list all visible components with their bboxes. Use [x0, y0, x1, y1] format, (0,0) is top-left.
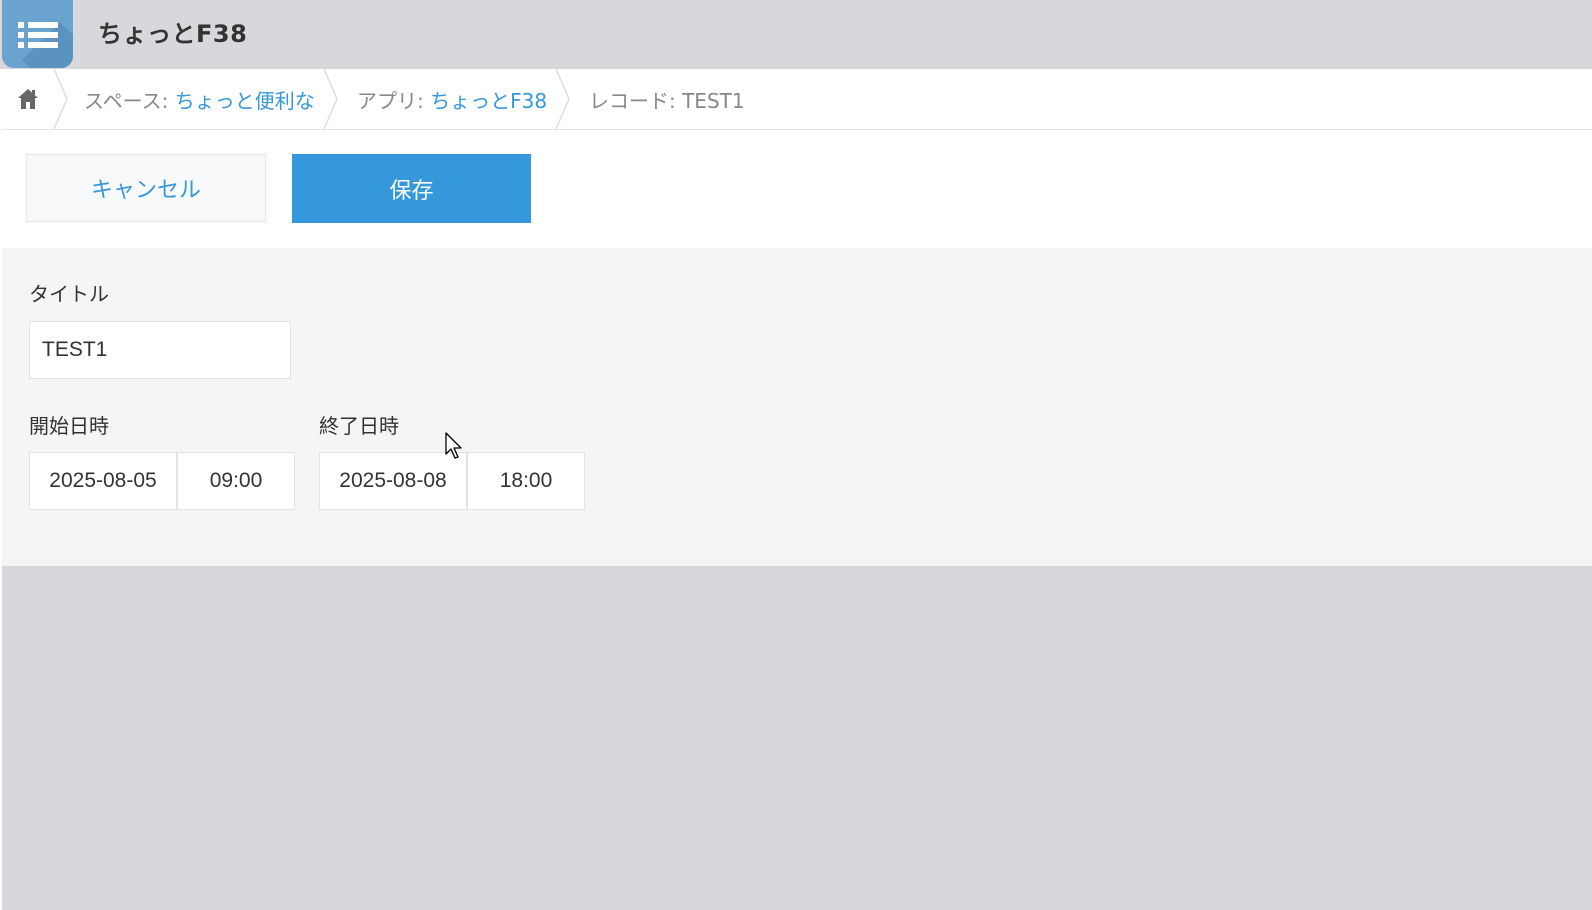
app-header: ちょっとF38	[0, 0, 1592, 69]
breadcrumb-app[interactable]: アプリ: ちょっとF38	[357, 85, 547, 114]
record-form: タイトル TEST1 開始日時 2025-08-05 09:00 終了日時 20…	[2, 248, 1592, 566]
cancel-button[interactable]: キャンセル	[26, 154, 266, 222]
breadcrumb-separator	[53, 69, 68, 129]
toolbar: キャンセル 保存	[2, 130, 1592, 249]
end-datetime-label: 終了日時	[319, 414, 399, 438]
breadcrumb-app-link[interactable]: ちょっとF38	[430, 89, 547, 113]
breadcrumb-separator	[555, 69, 570, 129]
save-button[interactable]: 保存	[292, 154, 531, 223]
end-time-input[interactable]: 18:00	[467, 452, 585, 510]
breadcrumb-separator	[323, 69, 338, 129]
start-datetime-label: 開始日時	[29, 414, 109, 438]
app-list-icon[interactable]	[2, 0, 73, 68]
breadcrumb-space-link[interactable]: ちょっと便利な	[175, 89, 315, 113]
start-time-input[interactable]: 09:00	[177, 452, 295, 510]
breadcrumb-space-prefix: スペース:	[84, 89, 175, 113]
app-title: ちょっとF38	[98, 20, 248, 48]
breadcrumb-record: レコード: TEST1	[589, 89, 745, 113]
breadcrumb: スペース: ちょっと便利な アプリ: ちょっとF38 レコード: TEST1	[2, 69, 1592, 130]
start-date-input[interactable]: 2025-08-05	[29, 452, 177, 510]
breadcrumb-app-prefix: アプリ:	[357, 89, 431, 113]
home-icon[interactable]	[16, 87, 40, 111]
title-label: タイトル	[29, 282, 109, 306]
title-input[interactable]: TEST1	[29, 321, 291, 379]
breadcrumb-space[interactable]: スペース: ちょっと便利な	[84, 85, 315, 114]
end-date-input[interactable]: 2025-08-08	[319, 452, 467, 510]
